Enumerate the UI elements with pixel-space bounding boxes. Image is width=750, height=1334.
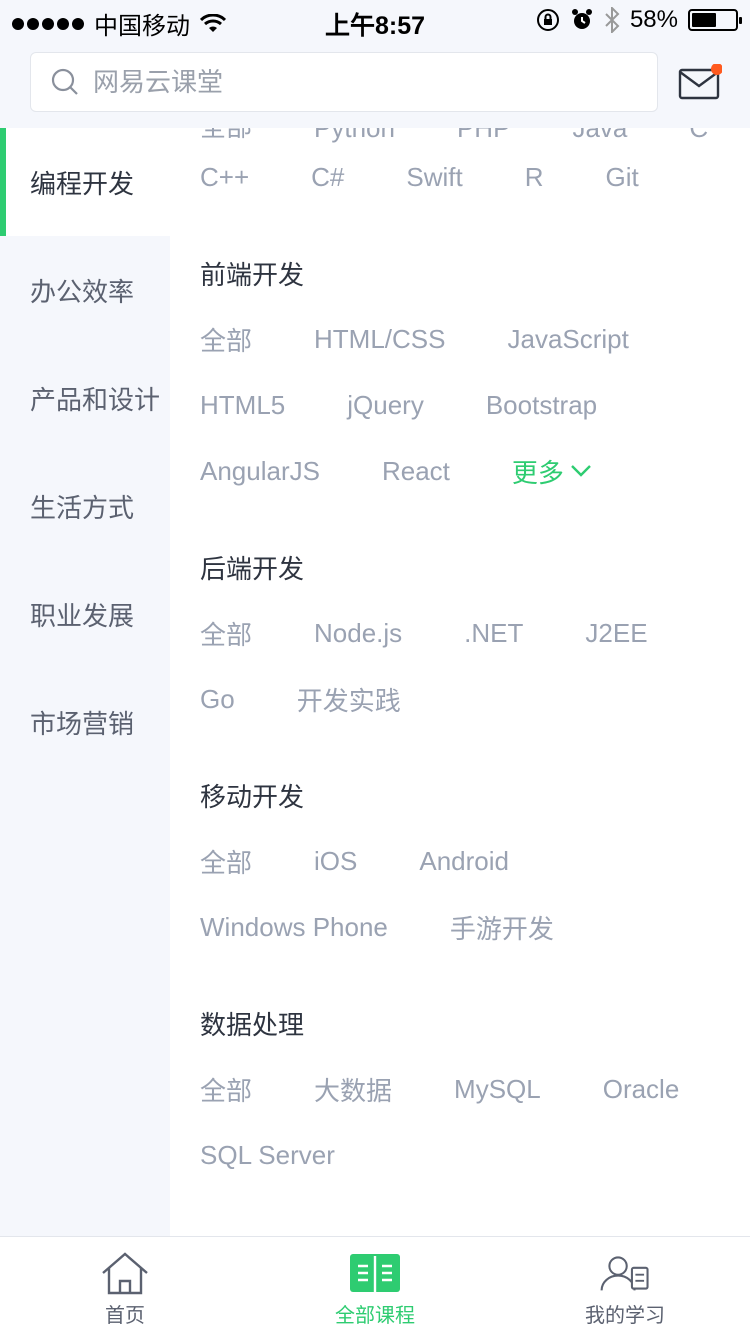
tag-item[interactable]: 全部 — [200, 843, 252, 880]
status-left: 中国移动 — [12, 6, 226, 41]
tag-item[interactable]: 大数据 — [314, 1071, 392, 1108]
tag-item[interactable]: Java — [572, 128, 627, 144]
tag-item[interactable]: .NET — [464, 618, 523, 649]
tag-item[interactable]: React — [382, 456, 450, 487]
tag-row: 全部 Python PHP Java C — [200, 128, 740, 144]
tab-home-label: 首页 — [105, 1305, 145, 1327]
sidebar-item-marketing[interactable]: 市场营销 — [0, 668, 170, 776]
bluetooth-icon — [605, 7, 620, 33]
tab-home[interactable]: 首页 — [0, 1237, 250, 1334]
tag-item[interactable]: iOS — [314, 846, 357, 877]
signal-icon — [12, 17, 84, 30]
sidebar-item-label: 编程开发 — [30, 168, 135, 199]
tag-item[interactable]: Git — [606, 162, 639, 193]
tag-item[interactable]: HTML/CSS — [314, 324, 445, 355]
sidebar-item-label: 职业发展 — [30, 600, 135, 631]
section-title-backend: 后端开发 — [200, 553, 305, 584]
tab-all-courses-label: 全部课程 — [335, 1305, 415, 1327]
carrier-name: 中国移动 — [94, 13, 190, 40]
battery-icon — [688, 9, 742, 31]
tag-item[interactable]: Windows Phone — [200, 912, 388, 943]
header — [0, 40, 750, 128]
tag-item[interactable]: 全部 — [200, 1071, 252, 1108]
tag-row: Windows Phone 手游开发 — [200, 894, 740, 960]
tab-my-learning[interactable]: 我的学习 — [500, 1237, 750, 1334]
tag-row: 全部 iOS Android — [200, 828, 740, 894]
tag-row: HTML5 jQuery Bootstrap — [200, 372, 740, 438]
orientation-lock-icon — [536, 9, 559, 31]
tag-item[interactable]: Oracle — [603, 1074, 680, 1105]
sidebar-item-lifestyle[interactable]: 生活方式 — [0, 452, 170, 560]
tag-item[interactable]: 全部 — [200, 615, 252, 652]
tag-row: 全部 Node.js .NET J2EE — [200, 600, 740, 666]
tag-item[interactable]: 全部 — [200, 321, 252, 358]
tag-row: 全部 HTML/CSS JavaScript — [200, 306, 740, 372]
tag-item[interactable]: 全部 — [200, 128, 252, 144]
tag-item[interactable]: Go — [200, 684, 235, 715]
section-title-frontend: 前端开发 — [200, 259, 305, 290]
alarm-icon — [571, 9, 592, 29]
sidebar-item-programming[interactable]: 编程开发 — [0, 128, 170, 236]
status-bar: 中国移动 上午8:57 58% — [0, 0, 750, 40]
tag-item[interactable]: Swift — [406, 162, 462, 193]
person-icon — [600, 1256, 649, 1291]
section-title-data: 数据处理 — [200, 1009, 305, 1040]
tag-item[interactable]: 手游开发 — [450, 909, 554, 946]
battery-percent: 58% — [629, 6, 678, 33]
sidebar-item-office[interactable]: 办公效率 — [0, 236, 170, 344]
tag-item[interactable]: HTML5 — [200, 390, 285, 421]
sidebar-item-label: 生活方式 — [30, 492, 135, 523]
tag-item[interactable]: C++ — [200, 162, 249, 193]
search-icon — [51, 68, 78, 95]
mail-icon[interactable] — [678, 64, 722, 100]
tag-item[interactable]: Python — [314, 128, 395, 144]
home-icon — [102, 1252, 148, 1295]
tag-item[interactable]: AngularJS — [200, 456, 320, 487]
tag-row: AngularJS React 更多 — [200, 438, 740, 504]
tag-item[interactable]: Bootstrap — [486, 390, 597, 421]
tab-my-learning-label: 我的学习 — [585, 1305, 665, 1327]
tab-all-courses[interactable]: 全部课程 — [250, 1237, 500, 1334]
battery-fill — [692, 13, 717, 27]
tag-item[interactable]: Node.js — [314, 618, 402, 649]
tag-item[interactable]: C — [689, 128, 708, 144]
tag-row: C++ C# Swift R Git — [200, 144, 740, 210]
tag-item[interactable]: 开发实践 — [297, 681, 401, 718]
tag-row: SQL Server — [200, 1122, 740, 1188]
tag-row: Go 开发实践 — [200, 666, 740, 732]
tag-item[interactable]: PHP — [457, 128, 510, 144]
tag-item[interactable]: Android — [419, 846, 509, 877]
status-right: 58% — [536, 6, 742, 34]
tag-item[interactable]: J2EE — [585, 618, 647, 649]
more-label: 更多 — [511, 457, 564, 488]
notification-dot — [711, 64, 722, 75]
more-button[interactable]: 更多 — [512, 453, 592, 490]
wifi-icon — [200, 13, 226, 32]
search-input[interactable] — [93, 66, 633, 98]
sidebar-item-career[interactable]: 职业发展 — [0, 560, 170, 668]
tag-item[interactable]: R — [525, 162, 544, 193]
category-content: 全部 Python PHP Java C C++ C# Swift R Git … — [170, 128, 750, 1236]
tag-item[interactable]: C# — [311, 162, 344, 193]
tag-item[interactable]: MySQL — [454, 1074, 541, 1105]
sidebar-item-product-design[interactable]: 产品和设计 — [0, 344, 170, 452]
section-title-mobile: 移动开发 — [200, 781, 305, 812]
tag-row: 全部 大数据 MySQL Oracle — [200, 1056, 740, 1122]
tag-item[interactable]: JavaScript — [507, 324, 628, 355]
tab-bar: 首页 全部课程 我的学习 — [0, 1236, 750, 1334]
tag-item[interactable]: jQuery — [347, 390, 424, 421]
search-box[interactable] — [30, 52, 658, 112]
book-icon — [350, 1254, 400, 1292]
content-scroll[interactable]: 全部 Python PHP Java C C++ C# Swift R Git … — [200, 128, 740, 1188]
tag-item[interactable]: SQL Server — [200, 1140, 335, 1171]
sidebar-item-label: 产品和设计 — [30, 384, 161, 415]
sidebar-item-label: 市场营销 — [30, 708, 135, 739]
sidebar-item-label: 办公效率 — [30, 276, 135, 307]
category-sidebar: 编程开发 办公效率 产品和设计 生活方式 职业发展 市场营销 — [0, 128, 170, 1236]
chevron-down-icon — [571, 465, 591, 477]
